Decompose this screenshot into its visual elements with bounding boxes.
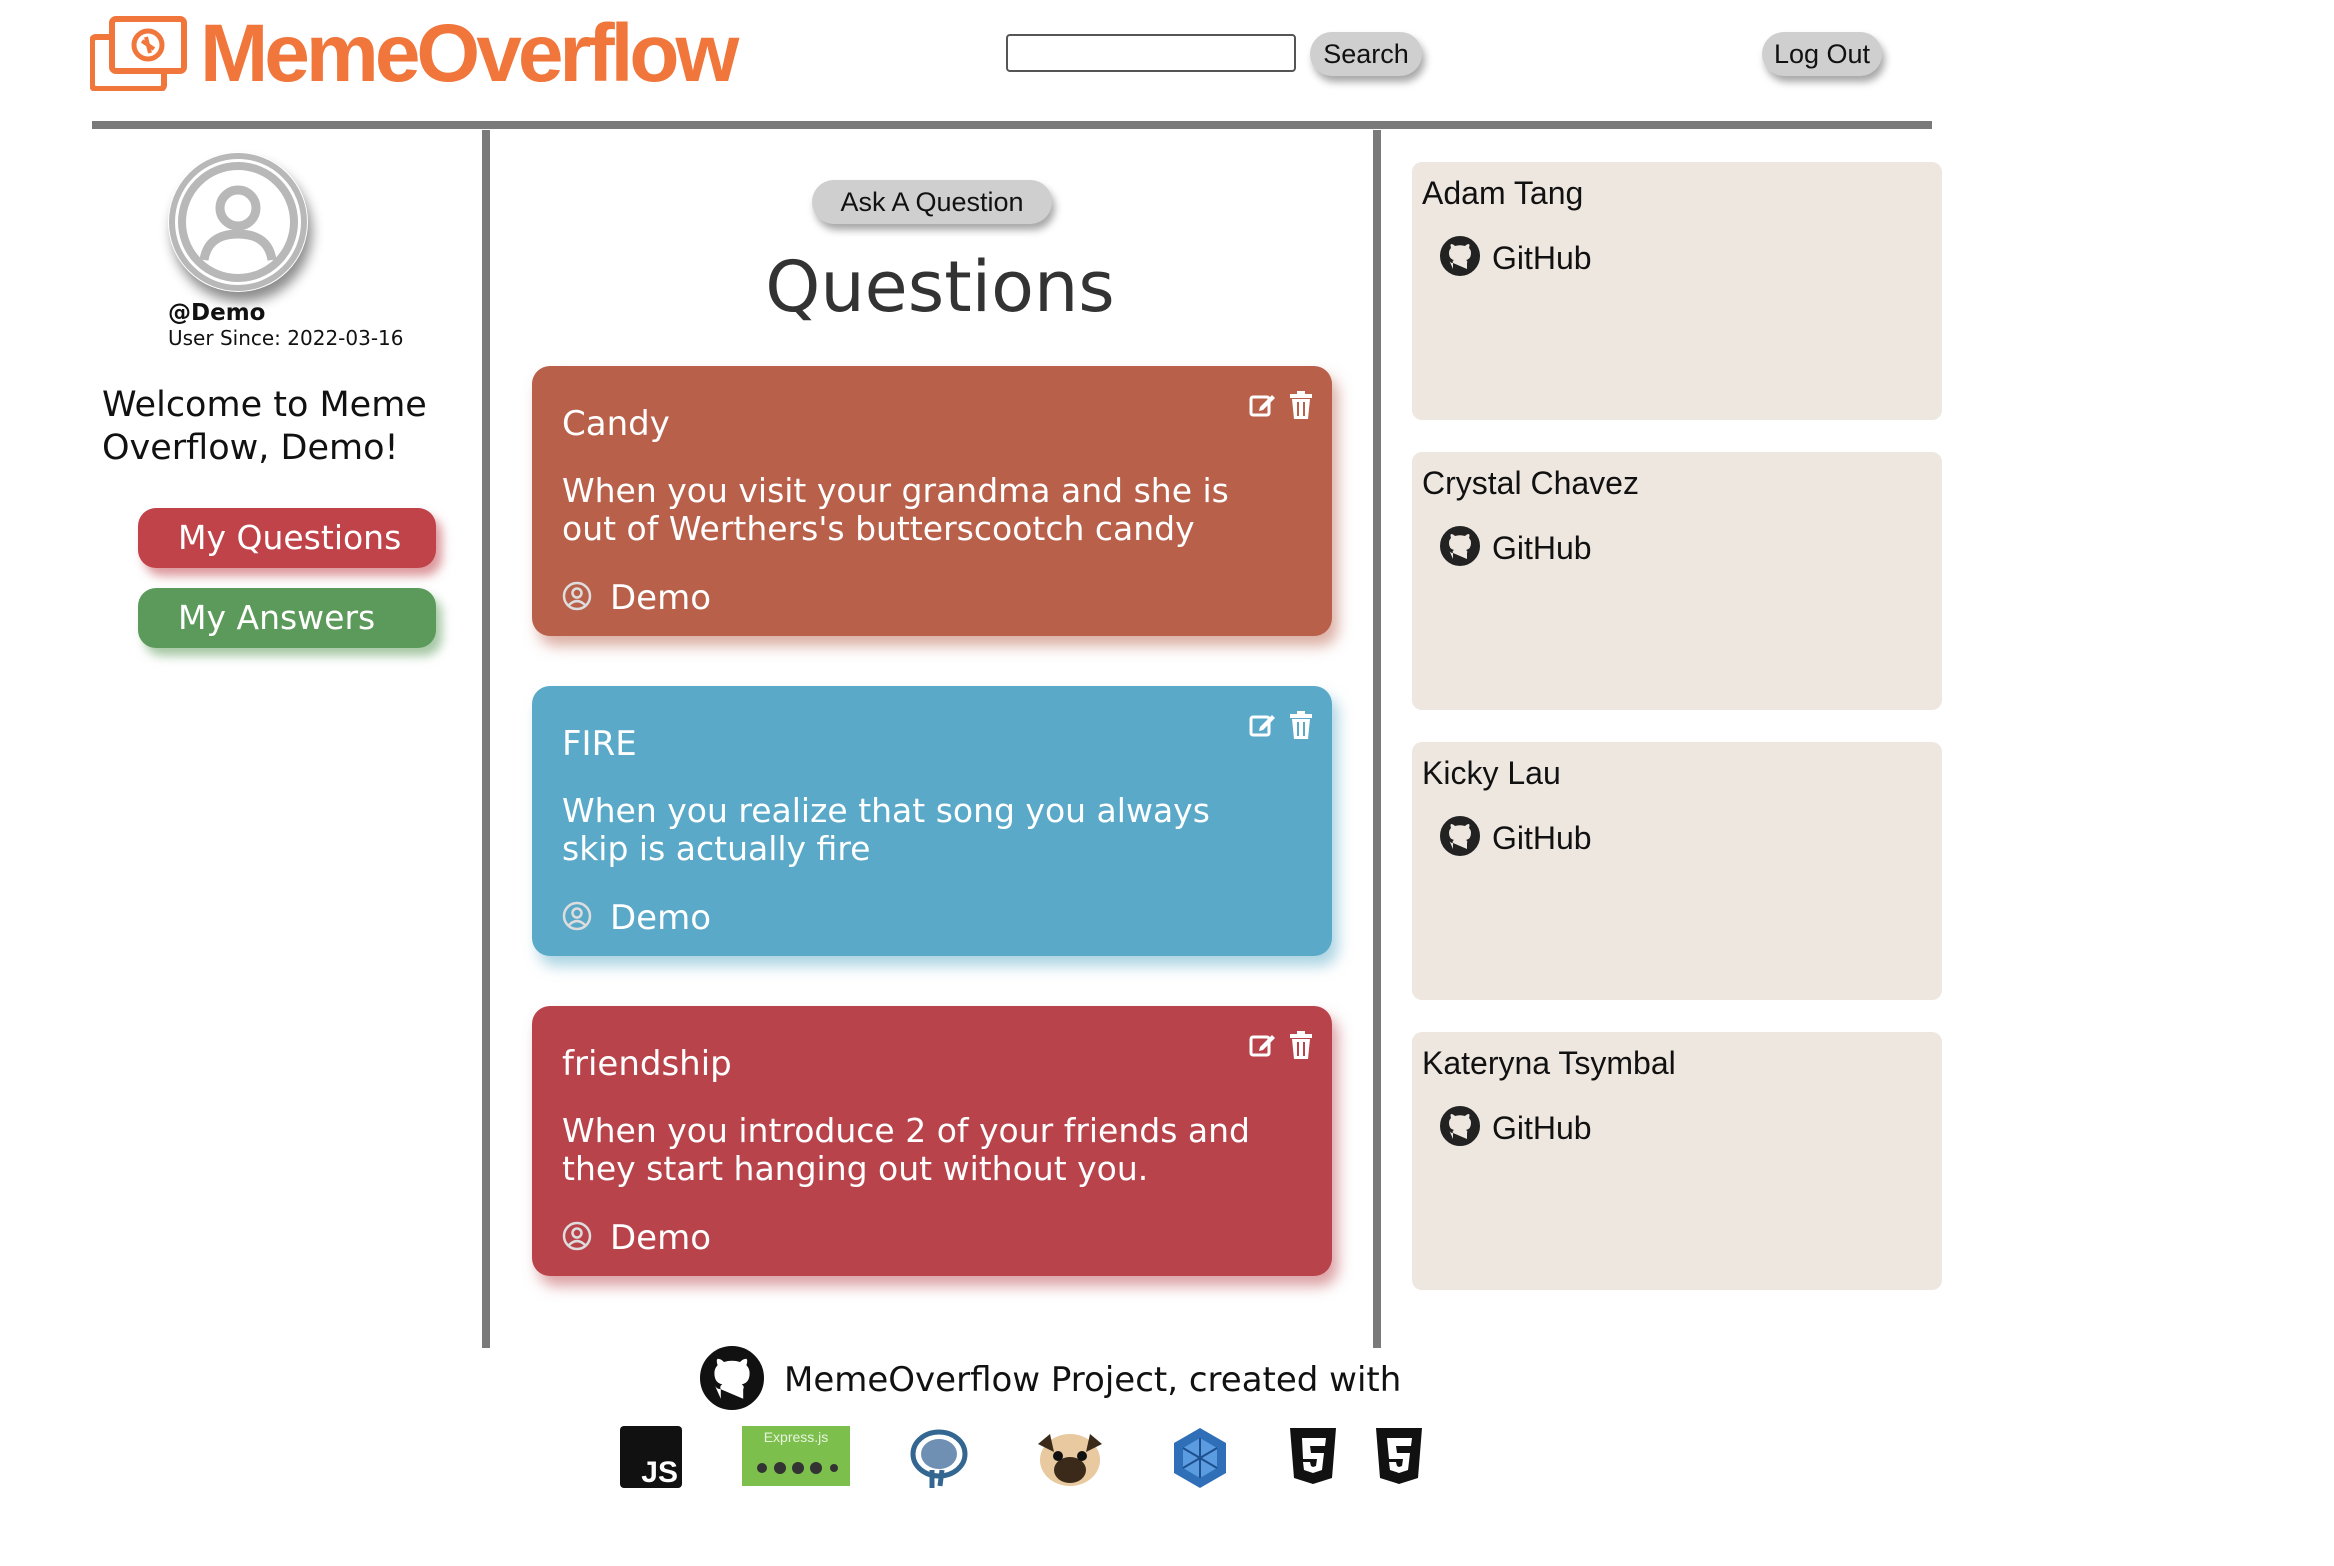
question-card[interactable]: FIRE When you realize that song you alwa… [532, 686, 1332, 956]
javascript-icon: JS [620, 1426, 682, 1492]
developer-card: Kateryna Tsymbal GitHub [1412, 1032, 1942, 1290]
logo-icon[interactable] [89, 15, 188, 92]
github-icon[interactable] [700, 1346, 764, 1414]
my-answers-button[interactable]: My Answers [138, 588, 436, 648]
question-card[interactable]: Candy When you visit your grandma and sh… [532, 366, 1332, 636]
page-title: Questions [765, 246, 1115, 328]
edit-icon[interactable] [1248, 390, 1278, 424]
question-body: When you realize that song you always sk… [562, 791, 1210, 868]
trash-icon[interactable] [1288, 1030, 1314, 1064]
github-link[interactable]: GitHub [1440, 1106, 1932, 1151]
search-input[interactable] [1006, 34, 1296, 72]
user-handle: @Demo [168, 300, 266, 326]
css3-icon [1374, 1426, 1424, 1490]
github-link-label[interactable]: GitHub [1492, 530, 1592, 567]
github-link-label[interactable]: GitHub [1492, 1110, 1592, 1147]
footer-text: MemeOverflow Project, created with [784, 1360, 1402, 1400]
github-link-label[interactable]: GitHub [1492, 820, 1592, 857]
edit-icon[interactable] [1248, 710, 1278, 744]
question-author[interactable]: Demo [610, 898, 711, 938]
github-link[interactable]: GitHub [1440, 236, 1932, 281]
edit-icon[interactable] [1248, 1030, 1278, 1064]
trash-icon[interactable] [1288, 710, 1314, 744]
developer-name: Kicky Lau [1422, 755, 1561, 791]
ask-question-button[interactable]: Ask A Question [812, 180, 1052, 224]
github-icon[interactable] [1440, 526, 1480, 571]
developer-card: Adam Tang GitHub [1412, 162, 1942, 420]
html5-icon [1288, 1426, 1338, 1490]
developer-name: Kateryna Tsymbal [1422, 1045, 1676, 1081]
trash-icon[interactable] [1288, 390, 1314, 424]
github-icon[interactable] [1440, 1106, 1480, 1151]
user-icon [562, 581, 592, 615]
question-body: When you introduce 2 of your friends and… [562, 1111, 1250, 1188]
question-body: When you visit your grandma and she is o… [562, 471, 1229, 548]
question-author[interactable]: Demo [610, 578, 711, 618]
developer-name: Crystal Chavez [1422, 465, 1639, 501]
pug-icon [1030, 1426, 1110, 1494]
developer-name: Adam Tang [1422, 175, 1584, 211]
user-since: User Since: 2022-03-16 [168, 326, 404, 350]
left-divider [482, 130, 490, 1348]
question-title[interactable]: friendship [562, 1042, 1302, 1086]
express-label: Express.js [764, 1429, 829, 1445]
my-questions-button[interactable]: My Questions [138, 508, 436, 568]
user-avatar-icon [169, 153, 307, 291]
question-card[interactable]: friendship When you introduce 2 of your … [532, 1006, 1332, 1276]
footer: MemeOverflow Project, created with [700, 1346, 1401, 1414]
express-node-icon: Express.js [742, 1426, 850, 1490]
question-title[interactable]: Candy [562, 402, 1302, 446]
developer-card: Kicky Lau GitHub [1412, 742, 1942, 1000]
user-icon [562, 1221, 592, 1255]
postgresql-icon [906, 1426, 972, 1496]
github-icon[interactable] [1440, 816, 1480, 861]
github-link[interactable]: GitHub [1440, 526, 1932, 571]
sequelize-icon [1170, 1426, 1230, 1494]
github-icon[interactable] [1440, 236, 1480, 281]
js-label: JS [641, 1456, 678, 1488]
search-button[interactable]: Search [1310, 32, 1422, 76]
header-divider [92, 121, 1932, 129]
logout-button[interactable]: Log Out [1762, 32, 1882, 76]
github-link[interactable]: GitHub [1440, 816, 1932, 861]
logo-text[interactable]: MemeOverflow [200, 4, 739, 104]
question-title[interactable]: FIRE [562, 722, 1302, 766]
welcome-message: Welcome to Meme Overflow, Demo! [102, 385, 427, 468]
right-divider [1373, 130, 1381, 1348]
avatar [168, 152, 308, 292]
github-link-label[interactable]: GitHub [1492, 240, 1592, 277]
developer-card: Crystal Chavez GitHub [1412, 452, 1942, 710]
question-author[interactable]: Demo [610, 1218, 711, 1258]
user-icon [562, 901, 592, 935]
